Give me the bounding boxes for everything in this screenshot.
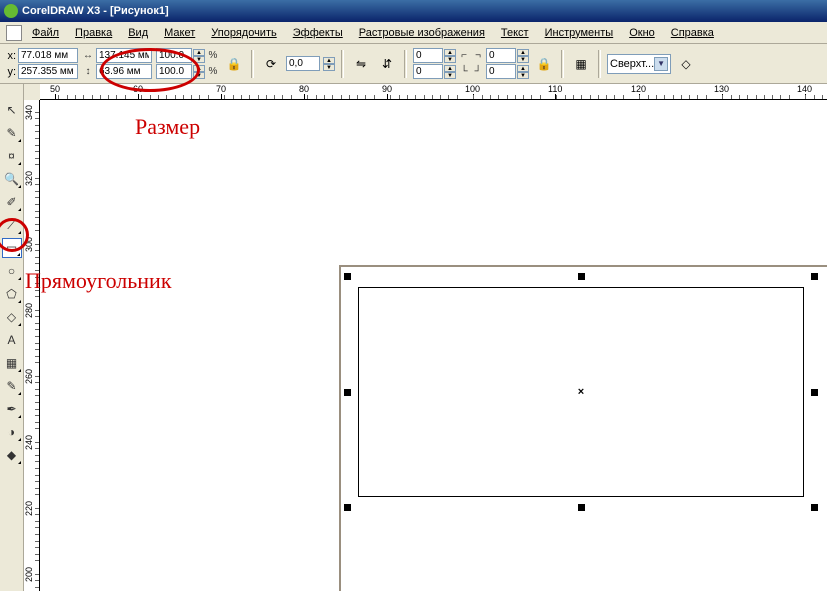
overprint-label: Сверхт... [610,58,654,70]
corner-tr-input[interactable] [486,48,516,63]
rectangle-shape[interactable] [358,287,804,497]
tool-outline[interactable]: ✒ [2,399,22,419]
canvas[interactable]: × [40,100,827,591]
y-label: y: [4,66,16,78]
tool-ellipse[interactable]: ○ [2,261,22,281]
tool-smart[interactable]: ⟋ [2,215,22,235]
handle-bottom-right[interactable] [811,504,818,511]
mirror-h-button[interactable]: ⇋ [350,53,372,75]
x-label: x: [4,50,16,62]
handle-mid-right[interactable] [811,389,818,396]
menu-layout[interactable]: Макет [158,25,201,41]
corner-tr-spinner[interactable]: ▲▼ [517,49,529,63]
width-input[interactable] [96,48,152,63]
toolbox: ↖ ✎ ¤ 🔍 ✐ ⟋ ▭ ○ ⬠ ◇ A ▦ ✎ ✒ ◑ ◆ [0,84,24,591]
menu-view[interactable]: Вид [122,25,154,41]
angle-spinner[interactable]: ▲▼ [323,57,335,71]
tool-zoom[interactable]: 🔍 [2,169,22,189]
document-icon[interactable] [6,25,22,41]
handle-mid-left[interactable] [344,389,351,396]
tool-eyedropper[interactable]: ✎ [2,376,22,396]
tool-text[interactable]: A [2,330,22,350]
handle-bottom-center[interactable] [578,504,585,511]
percent-icon: % [207,66,219,78]
scale-x-input[interactable] [156,48,192,63]
menu-arrange[interactable]: Упорядочить [205,25,282,41]
menu-tools[interactable]: Инструменты [539,25,620,41]
x-input[interactable] [18,48,78,63]
handle-bottom-left[interactable] [344,504,351,511]
menu-help[interactable]: Справка [665,25,720,41]
handle-top-center[interactable] [578,273,585,280]
wrap-text-button[interactable]: ▦ [570,53,592,75]
menubar: Файл Правка Вид Макет Упорядочить Эффект… [0,22,827,44]
corner-br-input[interactable] [486,64,516,79]
tool-fill[interactable]: ◑ [2,422,22,442]
corner-br-spinner[interactable]: ▲▼ [517,65,529,79]
width-icon: ↔ [82,50,94,62]
percent-icon: % [207,50,219,62]
y-input[interactable] [18,64,78,79]
tool-blend[interactable]: ▦ [2,353,22,373]
tool-interactive-fill[interactable]: ◆ [2,445,22,465]
dropdown-icon: ▼ [654,57,668,71]
handle-top-left[interactable] [344,273,351,280]
overprint-combo[interactable]: Сверхт... ▼ [607,54,671,74]
ruler-horizontal[interactable]: 5060708090100110120130140 [40,84,827,100]
window-title: CorelDRAW X3 - [Рисунок1] [22,5,169,17]
to-curves-button[interactable]: ◇ [675,53,697,75]
menu-file[interactable]: Файл [26,25,65,41]
scale-y-spinner[interactable]: ▲▼ [193,65,205,79]
menu-window[interactable]: Окно [623,25,661,41]
corner-bl-input[interactable] [413,64,443,79]
menu-text[interactable]: Текст [495,25,535,41]
app-icon [4,4,18,18]
tool-crop[interactable]: ¤ [2,146,22,166]
scale-x-spinner[interactable]: ▲▼ [193,49,205,63]
menu-bitmap[interactable]: Растровые изображения [353,25,491,41]
corner-tl-input[interactable] [413,48,443,63]
angle-input[interactable] [286,56,320,71]
tool-polygon[interactable]: ⬠ [2,284,22,304]
height-icon: ↕ [82,66,94,78]
tool-rectangle[interactable]: ▭ [2,238,22,258]
menu-edit[interactable]: Правка [69,25,118,41]
tool-shape[interactable]: ✎ [2,123,22,143]
handle-top-right[interactable] [811,273,818,280]
mirror-v-button[interactable]: ⇵ [376,53,398,75]
tool-shapes[interactable]: ◇ [2,307,22,327]
tool-pick[interactable]: ↖ [2,100,22,120]
ruler-vertical[interactable]: 340320300280260240220200 [24,100,40,591]
property-bar: x: y: ↔ ↕ ▲▼ % ▲▼ % 🔒 ⟳ ▲▼ ⇋ [0,44,827,84]
corner-tr-icon: ¬ [472,50,484,62]
rotate-icon: ⟳ [260,53,282,75]
tool-freehand[interactable]: ✐ [2,192,22,212]
lock-ratio-button[interactable]: 🔒 [223,53,245,75]
titlebar: CorelDRAW X3 - [Рисунок1] [0,0,827,22]
corner-bl-icon: └ [458,66,470,78]
scale-y-input[interactable] [156,64,192,79]
height-input[interactable] [96,64,152,79]
corner-tl-spinner[interactable]: ▲▼ [444,49,456,63]
round-together-button[interactable]: 🔒 [533,53,555,75]
corner-bl-spinner[interactable]: ▲▼ [444,65,456,79]
corner-tl-icon: ⌐ [458,50,470,62]
menu-effects[interactable]: Эффекты [287,25,349,41]
corner-br-icon: ┘ [472,66,484,78]
